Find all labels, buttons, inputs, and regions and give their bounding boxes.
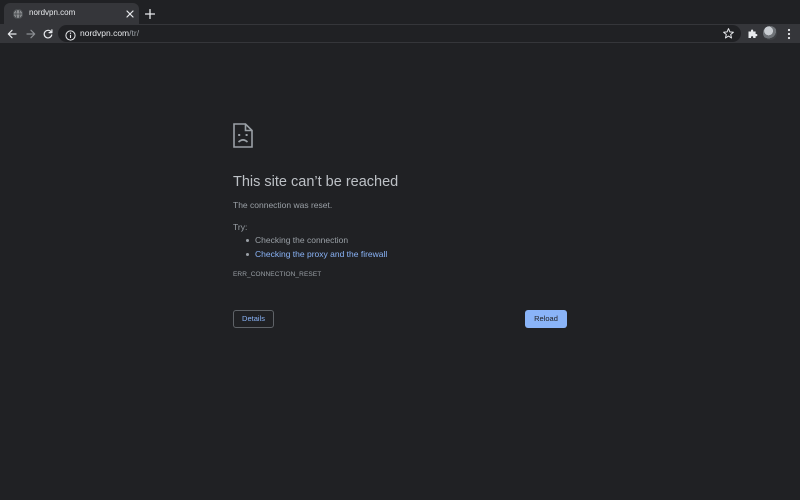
url-text[interactable]: nordvpn.com/tr/ xyxy=(80,27,139,40)
address-bar[interactable]: nordvpn.com/tr/ xyxy=(58,25,741,42)
tab-title: nordvpn.com xyxy=(29,8,76,17)
page-title: This site can’t be reached xyxy=(233,174,399,190)
suggestions-list: Checking the connection Checking the pro… xyxy=(233,234,387,261)
browser-toolbar: nordvpn.com/tr/ xyxy=(0,24,800,43)
try-label: Try: xyxy=(233,222,248,232)
puzzle-icon[interactable] xyxy=(745,26,760,41)
url-host: nordvpn.com xyxy=(80,28,130,38)
globe-icon xyxy=(13,9,23,19)
suggestion-check-connection: Checking the connection xyxy=(233,234,387,248)
arrow-left-icon[interactable] xyxy=(4,26,19,41)
details-button[interactable]: Details xyxy=(233,310,274,328)
suggestion-check-proxy-firewall-link[interactable]: Checking the proxy and the firewall xyxy=(233,248,387,262)
plus-icon[interactable] xyxy=(143,7,156,20)
arrow-right-icon[interactable] xyxy=(23,26,38,41)
profile-avatar[interactable] xyxy=(763,26,777,40)
close-icon[interactable] xyxy=(124,8,136,20)
info-icon[interactable] xyxy=(65,28,76,41)
error-code: ERR_CONNECTION_RESET xyxy=(233,271,322,278)
error-message: The connection was reset. xyxy=(233,200,333,210)
reload-button[interactable]: Reload xyxy=(525,310,567,328)
sad-document-icon xyxy=(233,123,253,148)
star-icon[interactable] xyxy=(722,27,735,40)
reload-icon[interactable] xyxy=(40,26,55,41)
kebab-menu-icon[interactable] xyxy=(781,26,796,41)
url-path: /tr/ xyxy=(129,28,140,38)
tab-strip: nordvpn.com xyxy=(0,0,800,24)
tab-nordvpn[interactable]: nordvpn.com xyxy=(4,3,139,24)
